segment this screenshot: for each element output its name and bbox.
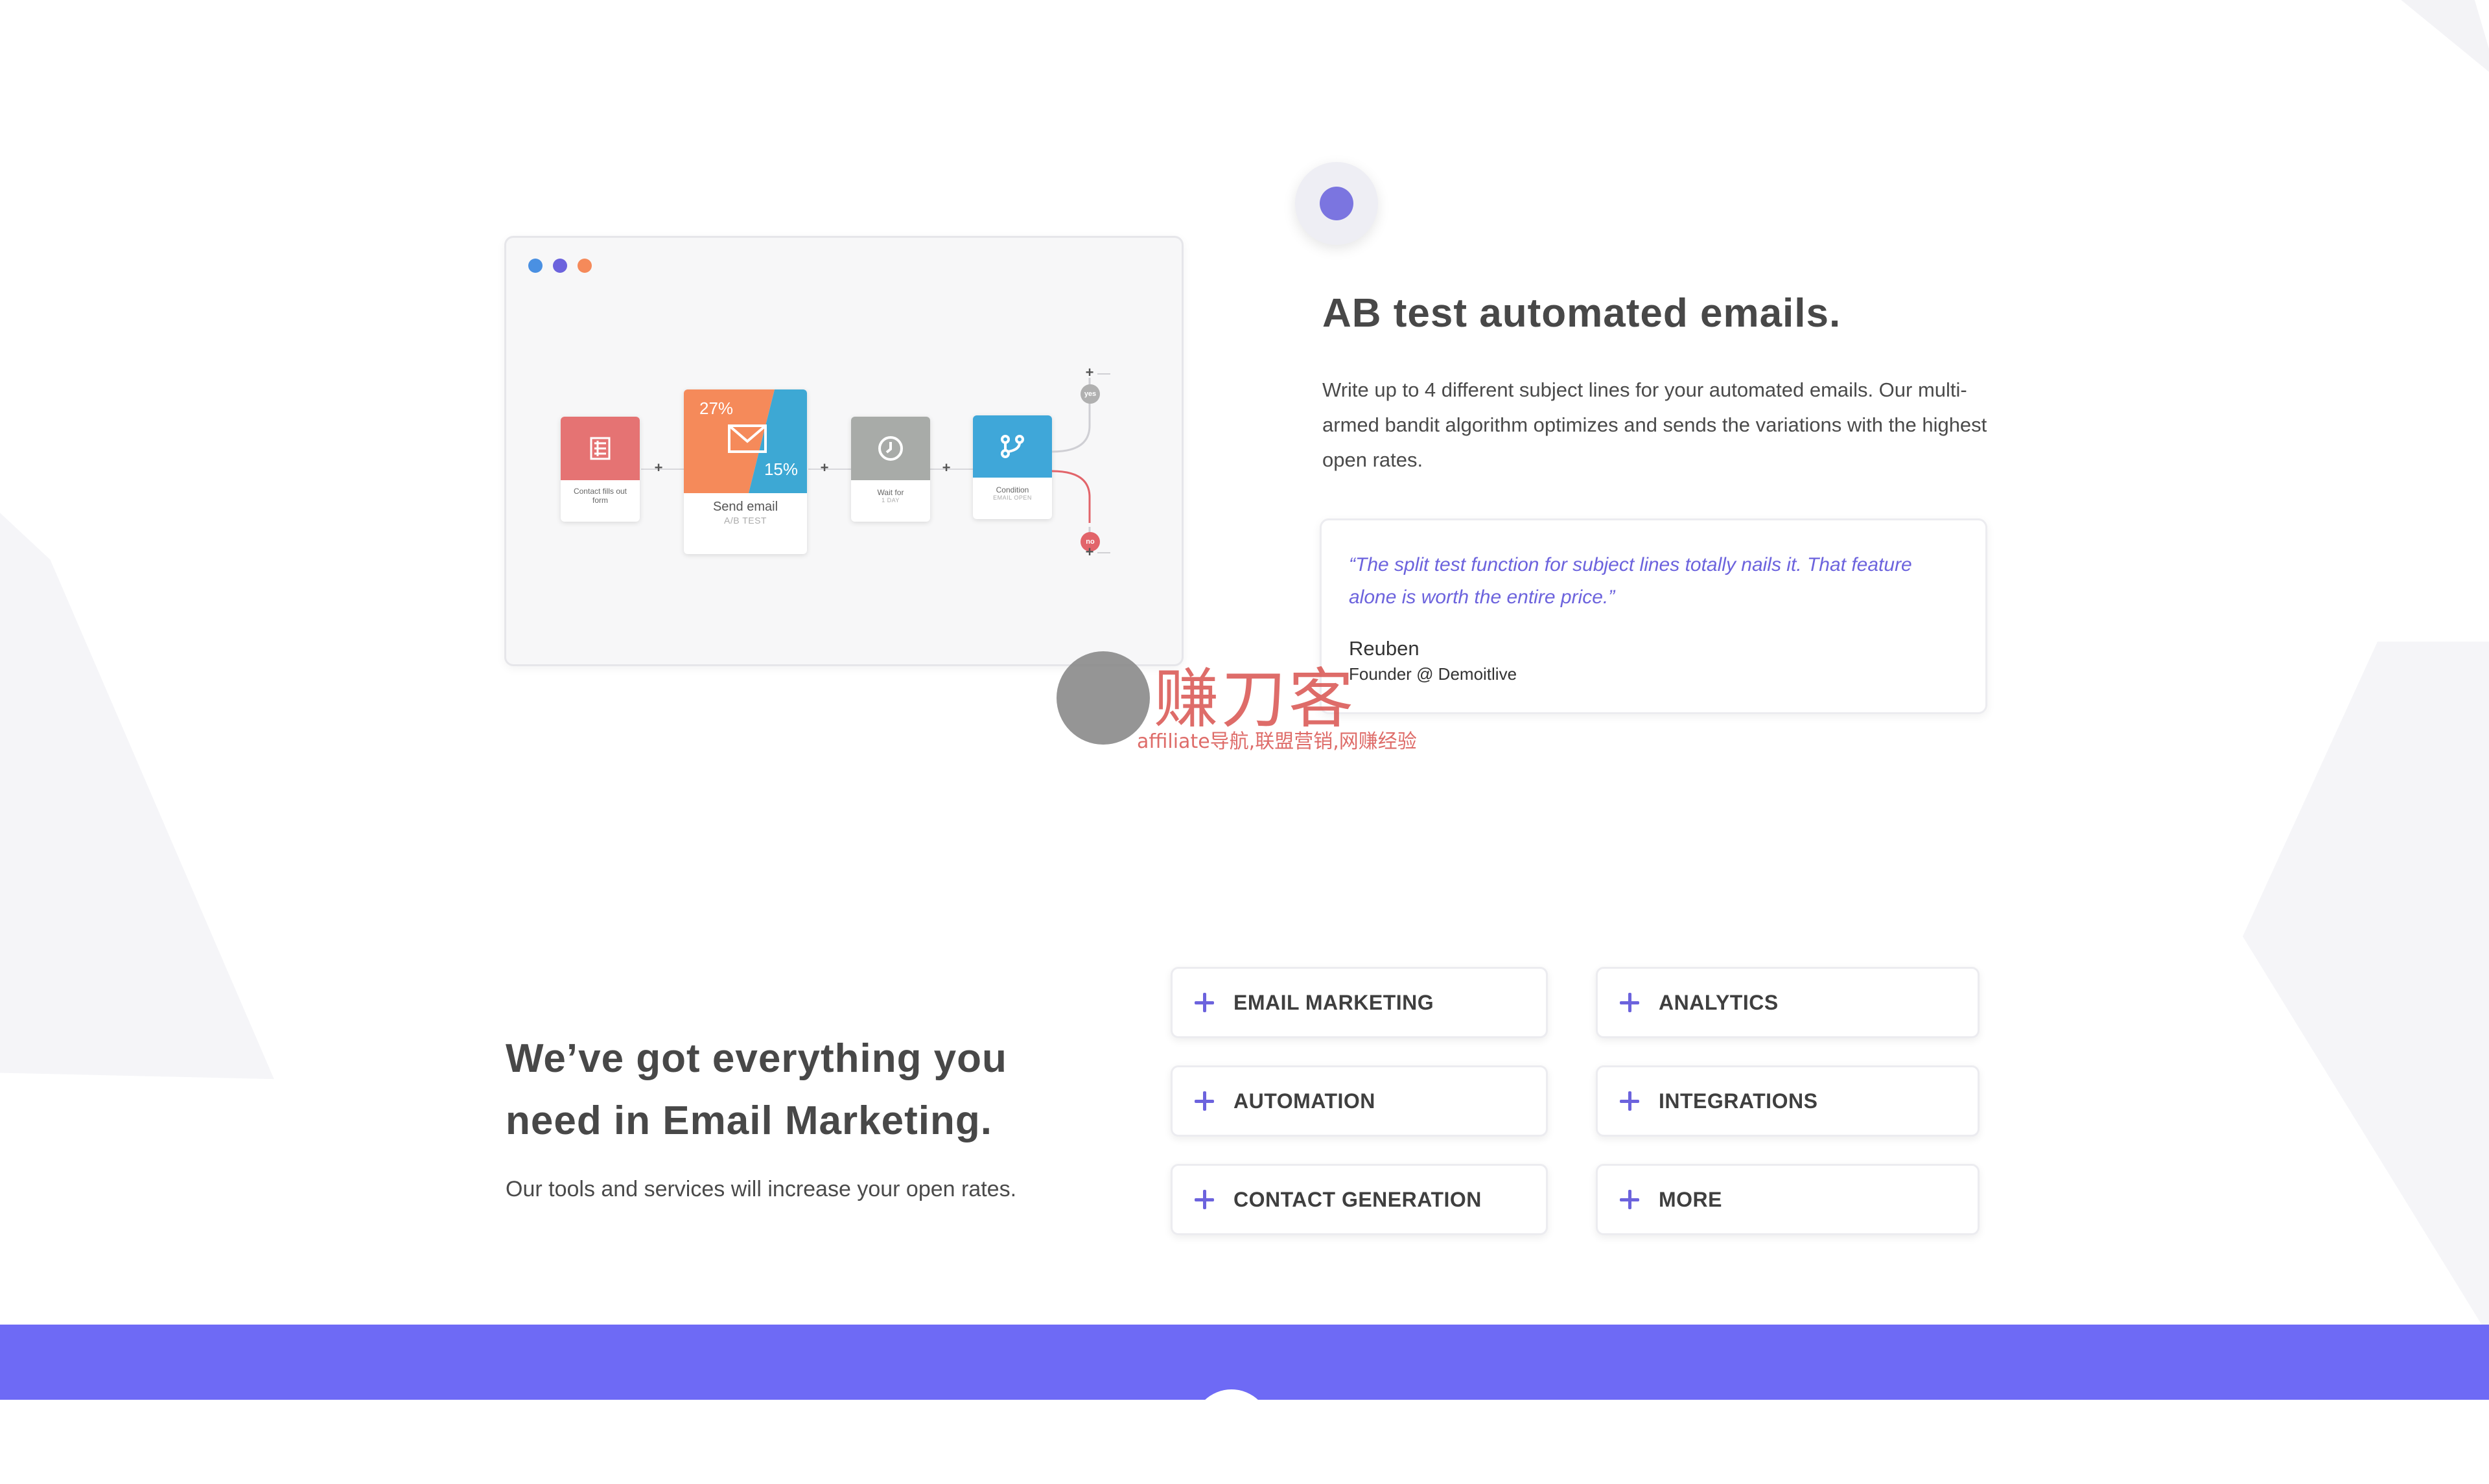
feature-label: ANALYTICS: [1659, 990, 1779, 1014]
node-label: Contact fills out form: [573, 487, 627, 505]
feature-label: EMAIL MARKETING: [1233, 990, 1434, 1014]
node-sublabel: 1 DAY: [882, 497, 900, 504]
feature-label: MORE: [1659, 1187, 1722, 1211]
node-label: Send email: [712, 500, 778, 514]
section-description: Our tools and services will increase you…: [506, 1177, 1017, 1201]
add-step-icon[interactable]: +: [941, 461, 952, 475]
workflow-node-form: Contact fills out form: [561, 417, 640, 522]
window-dots: [528, 259, 592, 273]
workflow-node-wait: Wait for 1 DAY: [851, 417, 930, 522]
mail-icon: 27% 15%: [684, 389, 807, 493]
window-dot-purple: [553, 259, 567, 273]
workflow-node-condition: Condition EMAIL OPEN: [973, 415, 1052, 519]
avatar: [1295, 162, 1378, 245]
feature-automation-button[interactable]: AUTOMATION: [1171, 1065, 1548, 1137]
background-shape-topright: [2385, 0, 2489, 181]
feature-contact-generation-button[interactable]: CONTACT GENERATION: [1171, 1164, 1548, 1235]
yes-badge: yes: [1081, 384, 1100, 404]
section-title: We’ve got everything you need in Email M…: [506, 1036, 1007, 1143]
feature-label: INTEGRATIONS: [1659, 1089, 1818, 1113]
window-dot-orange: [578, 259, 592, 273]
node-label: Wait for: [877, 488, 904, 497]
feature-label: CONTACT GENERATION: [1233, 1187, 1482, 1211]
node-sublabel: A/B TEST: [724, 515, 767, 526]
background-shape-left: [0, 312, 294, 1231]
footer-band: [0, 1325, 2489, 1400]
testimonial-quote: “The split test function for subject lin…: [1349, 554, 1912, 608]
variant-b-percent: 15%: [764, 459, 798, 479]
form-icon: [561, 417, 640, 480]
variant-a-percent: 27%: [699, 399, 734, 418]
feature-description: Write up to 4 different subject lines fo…: [1322, 378, 1987, 471]
clock-icon: [851, 417, 930, 480]
watermark-logo: 赚刀客 affiliate导航,联盟营销,网赚经验: [1057, 651, 1445, 755]
feature-integrations-button[interactable]: INTEGRATIONS: [1596, 1065, 1980, 1137]
footer-circle: [1193, 1389, 1270, 1467]
workflow-mockup-window: Contact fills out form + 27% 15% Send em…: [504, 236, 1184, 666]
feature-analytics-button[interactable]: ANALYTICS: [1596, 967, 1980, 1038]
feature-email-marketing-button[interactable]: EMAIL MARKETING: [1171, 967, 1548, 1038]
add-step-icon[interactable]: +: [1084, 545, 1095, 559]
avatar-dot: [1320, 187, 1353, 220]
add-step-icon[interactable]: +: [819, 461, 830, 475]
branch-lines: [1051, 373, 1110, 553]
plus-icon: [1620, 1091, 1639, 1111]
feature-title: AB test automated emails.: [1322, 291, 1841, 336]
feature-label: AUTOMATION: [1233, 1089, 1375, 1113]
add-step-icon[interactable]: +: [653, 461, 664, 475]
watermark-badge-icon: [1057, 651, 1150, 745]
plus-icon: [1195, 993, 1214, 1012]
feature-more-button[interactable]: MORE: [1596, 1164, 1980, 1235]
plus-icon: [1195, 1091, 1214, 1111]
node-label: Condition: [996, 485, 1029, 494]
plus-icon: [1195, 1190, 1214, 1209]
window-dot-blue: [528, 259, 543, 273]
node-sublabel: EMAIL OPEN: [993, 494, 1032, 501]
plus-icon: [1620, 1190, 1639, 1209]
branch-icon: [973, 415, 1052, 478]
add-step-icon[interactable]: +: [1084, 365, 1095, 380]
watermark-subtext: affiliate导航,联盟营销,网赚经验: [1137, 730, 1417, 753]
workflow-node-send-email: 27% 15% Send email A/B TEST: [684, 389, 807, 554]
plus-icon: [1620, 993, 1639, 1012]
